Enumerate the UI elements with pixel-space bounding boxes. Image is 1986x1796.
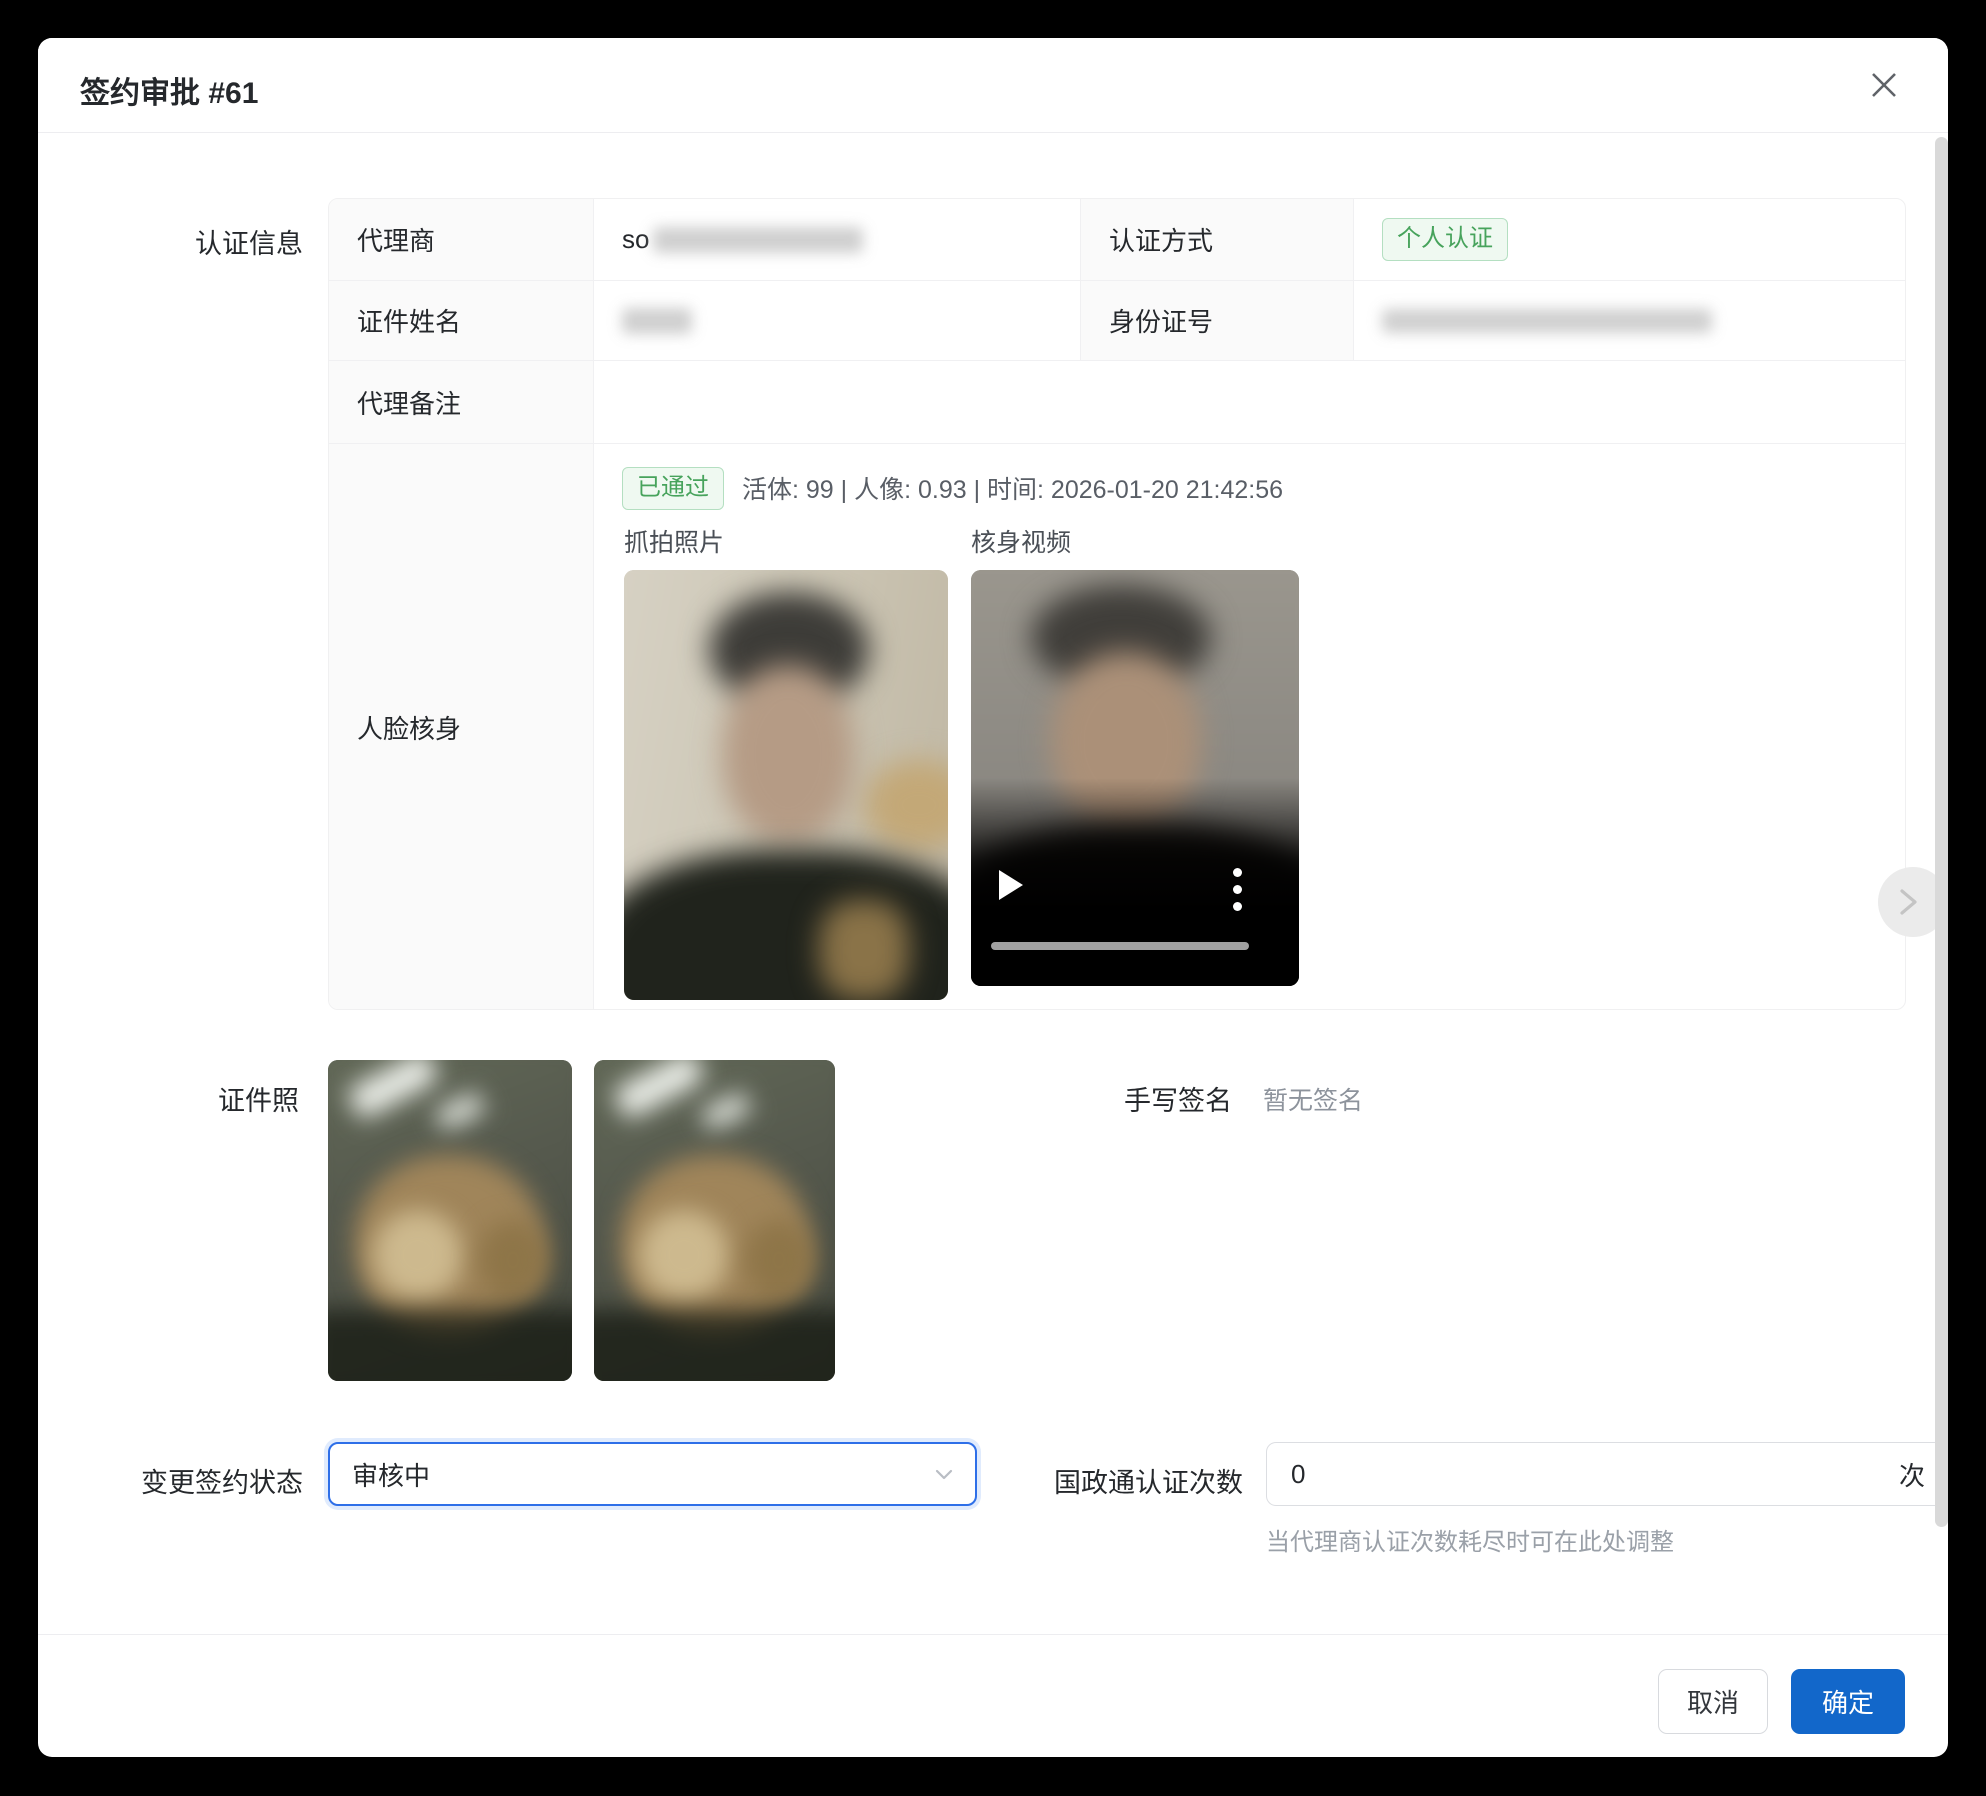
auth-info-table: 代理商 so 认证方式 个人认证 证件姓名 身份证号 代理备注 人脸核身 已通过…: [328, 198, 1906, 1010]
auth-method-value-cell: 个人认证: [1354, 199, 1906, 281]
chevron-down-icon: [933, 1463, 955, 1485]
cert-name-value-cell: [594, 281, 1081, 361]
id-photo-front[interactable]: [328, 1060, 572, 1381]
face-check-content-cell: 已通过 活体: 99 | 人像: 0.93 | 时间: 2026-01-20 2…: [594, 444, 1906, 1010]
passed-tag: 已通过: [622, 467, 724, 510]
section-label-id-photo: 证件照: [184, 1079, 299, 1118]
play-icon[interactable]: [999, 870, 1023, 900]
dialog-title: 签约审批 #61: [80, 68, 258, 112]
signature-empty-text: 暂无签名: [1263, 1081, 1363, 1117]
signature-label: 手写签名: [1124, 1079, 1232, 1118]
face-check-label-cell: 人脸核身: [329, 444, 594, 1010]
agent-note-value-cell: [594, 361, 1906, 444]
status-select-value: 审核中: [352, 1456, 933, 1493]
status-select[interactable]: 审核中: [328, 1442, 977, 1506]
verification-video[interactable]: [971, 570, 1299, 986]
cancel-button[interactable]: 取消: [1658, 1669, 1768, 1734]
auth-count-input[interactable]: [1291, 1459, 1899, 1490]
auth-count-field: 次: [1266, 1442, 1948, 1506]
status-select-label: 变更签约状态: [128, 1461, 303, 1500]
approval-dialog: 签约审批 #61 认证信息 代理商 so 认证方式 个人认证 证件姓名 身份证号: [38, 38, 1948, 1757]
close-button[interactable]: [1862, 63, 1906, 107]
confirm-button[interactable]: 确定: [1791, 1669, 1905, 1734]
footer-divider: [38, 1634, 1948, 1635]
dialog-header: 签约审批 #61: [38, 38, 1948, 133]
agent-value-cell: so: [594, 199, 1081, 281]
chevron-right-icon: [1895, 885, 1921, 919]
redacted-cert-name: [622, 308, 692, 334]
close-icon: [1869, 70, 1899, 100]
cert-name-label-cell: 证件姓名: [329, 281, 594, 361]
agent-label-cell: 代理商: [329, 199, 594, 281]
video-progress-bar[interactable]: [991, 942, 1249, 950]
redacted-agent-value: [653, 227, 863, 253]
id-photo-back[interactable]: [594, 1060, 835, 1381]
modal-scrollbar[interactable]: [1935, 137, 1948, 1527]
id-number-value-cell: [1354, 281, 1906, 361]
id-number-label-cell: 身份证号: [1081, 281, 1354, 361]
snapshot-label: 抓拍照片: [624, 523, 724, 559]
video-menu-icon[interactable]: [1233, 868, 1243, 919]
redacted-id-number: [1382, 309, 1712, 333]
snapshot-photo[interactable]: [624, 570, 948, 1000]
section-label-auth-info: 认证信息: [188, 222, 303, 261]
auth-count-unit: 次: [1899, 1456, 1925, 1493]
video-label: 核身视频: [971, 523, 1071, 559]
personal-auth-tag: 个人认证: [1382, 218, 1508, 261]
agent-note-label-cell: 代理备注: [329, 361, 594, 444]
face-check-status-row: 已通过 活体: 99 | 人像: 0.93 | 时间: 2026-01-20 2…: [622, 467, 1283, 510]
auth-method-label-cell: 认证方式: [1081, 199, 1354, 281]
auth-count-label: 国政通认证次数: [1041, 1461, 1243, 1500]
auth-count-hint: 当代理商认证次数耗尽时可在此处调整: [1266, 1522, 1674, 1557]
agent-value-prefix: so: [622, 224, 649, 255]
video-shade: [971, 570, 1299, 986]
face-check-meta: 活体: 99 | 人像: 0.93 | 时间: 2026-01-20 21:42…: [742, 470, 1283, 506]
